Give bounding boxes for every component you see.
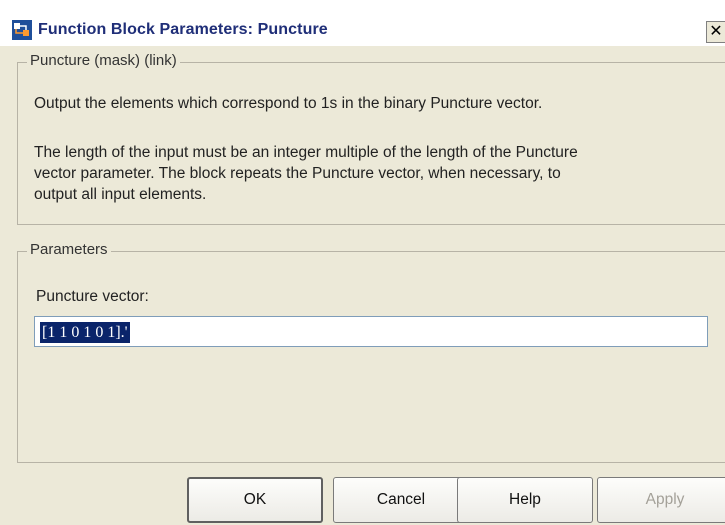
apply-button[interactable]: Apply — [597, 477, 725, 523]
puncture-vector-value: [1 1 0 1 0 1].' — [40, 322, 130, 343]
puncture-vector-input[interactable]: [1 1 0 1 0 1].' — [34, 316, 708, 347]
puncture-vector-label: Puncture vector: — [36, 288, 149, 305]
help-button[interactable]: Help — [457, 477, 593, 523]
description-line: vector parameter. The block repeats the … — [34, 165, 561, 182]
simulink-block-icon — [12, 20, 32, 40]
mask-group-title: Puncture (mask) (link) — [27, 52, 180, 69]
parameters-group-title: Parameters — [27, 241, 111, 258]
mask-description-1: Output the elements which correspond to … — [34, 95, 543, 112]
title-bar: Function Block Parameters: Puncture ✕ — [0, 0, 725, 46]
window-title: Function Block Parameters: Puncture — [38, 21, 328, 38]
description-line: The length of the input must be an integ… — [34, 144, 578, 161]
dialog-window: Function Block Parameters: Puncture ✕ Pu… — [0, 0, 725, 525]
ok-button[interactable]: OK — [187, 477, 323, 523]
close-icon[interactable]: ✕ — [706, 21, 725, 43]
description-line: output all input elements. — [34, 186, 207, 203]
mask-description-2: The length of the input must be an integ… — [34, 142, 578, 205]
parameters-groupbox — [17, 251, 725, 463]
cancel-button[interactable]: Cancel — [333, 477, 469, 523]
